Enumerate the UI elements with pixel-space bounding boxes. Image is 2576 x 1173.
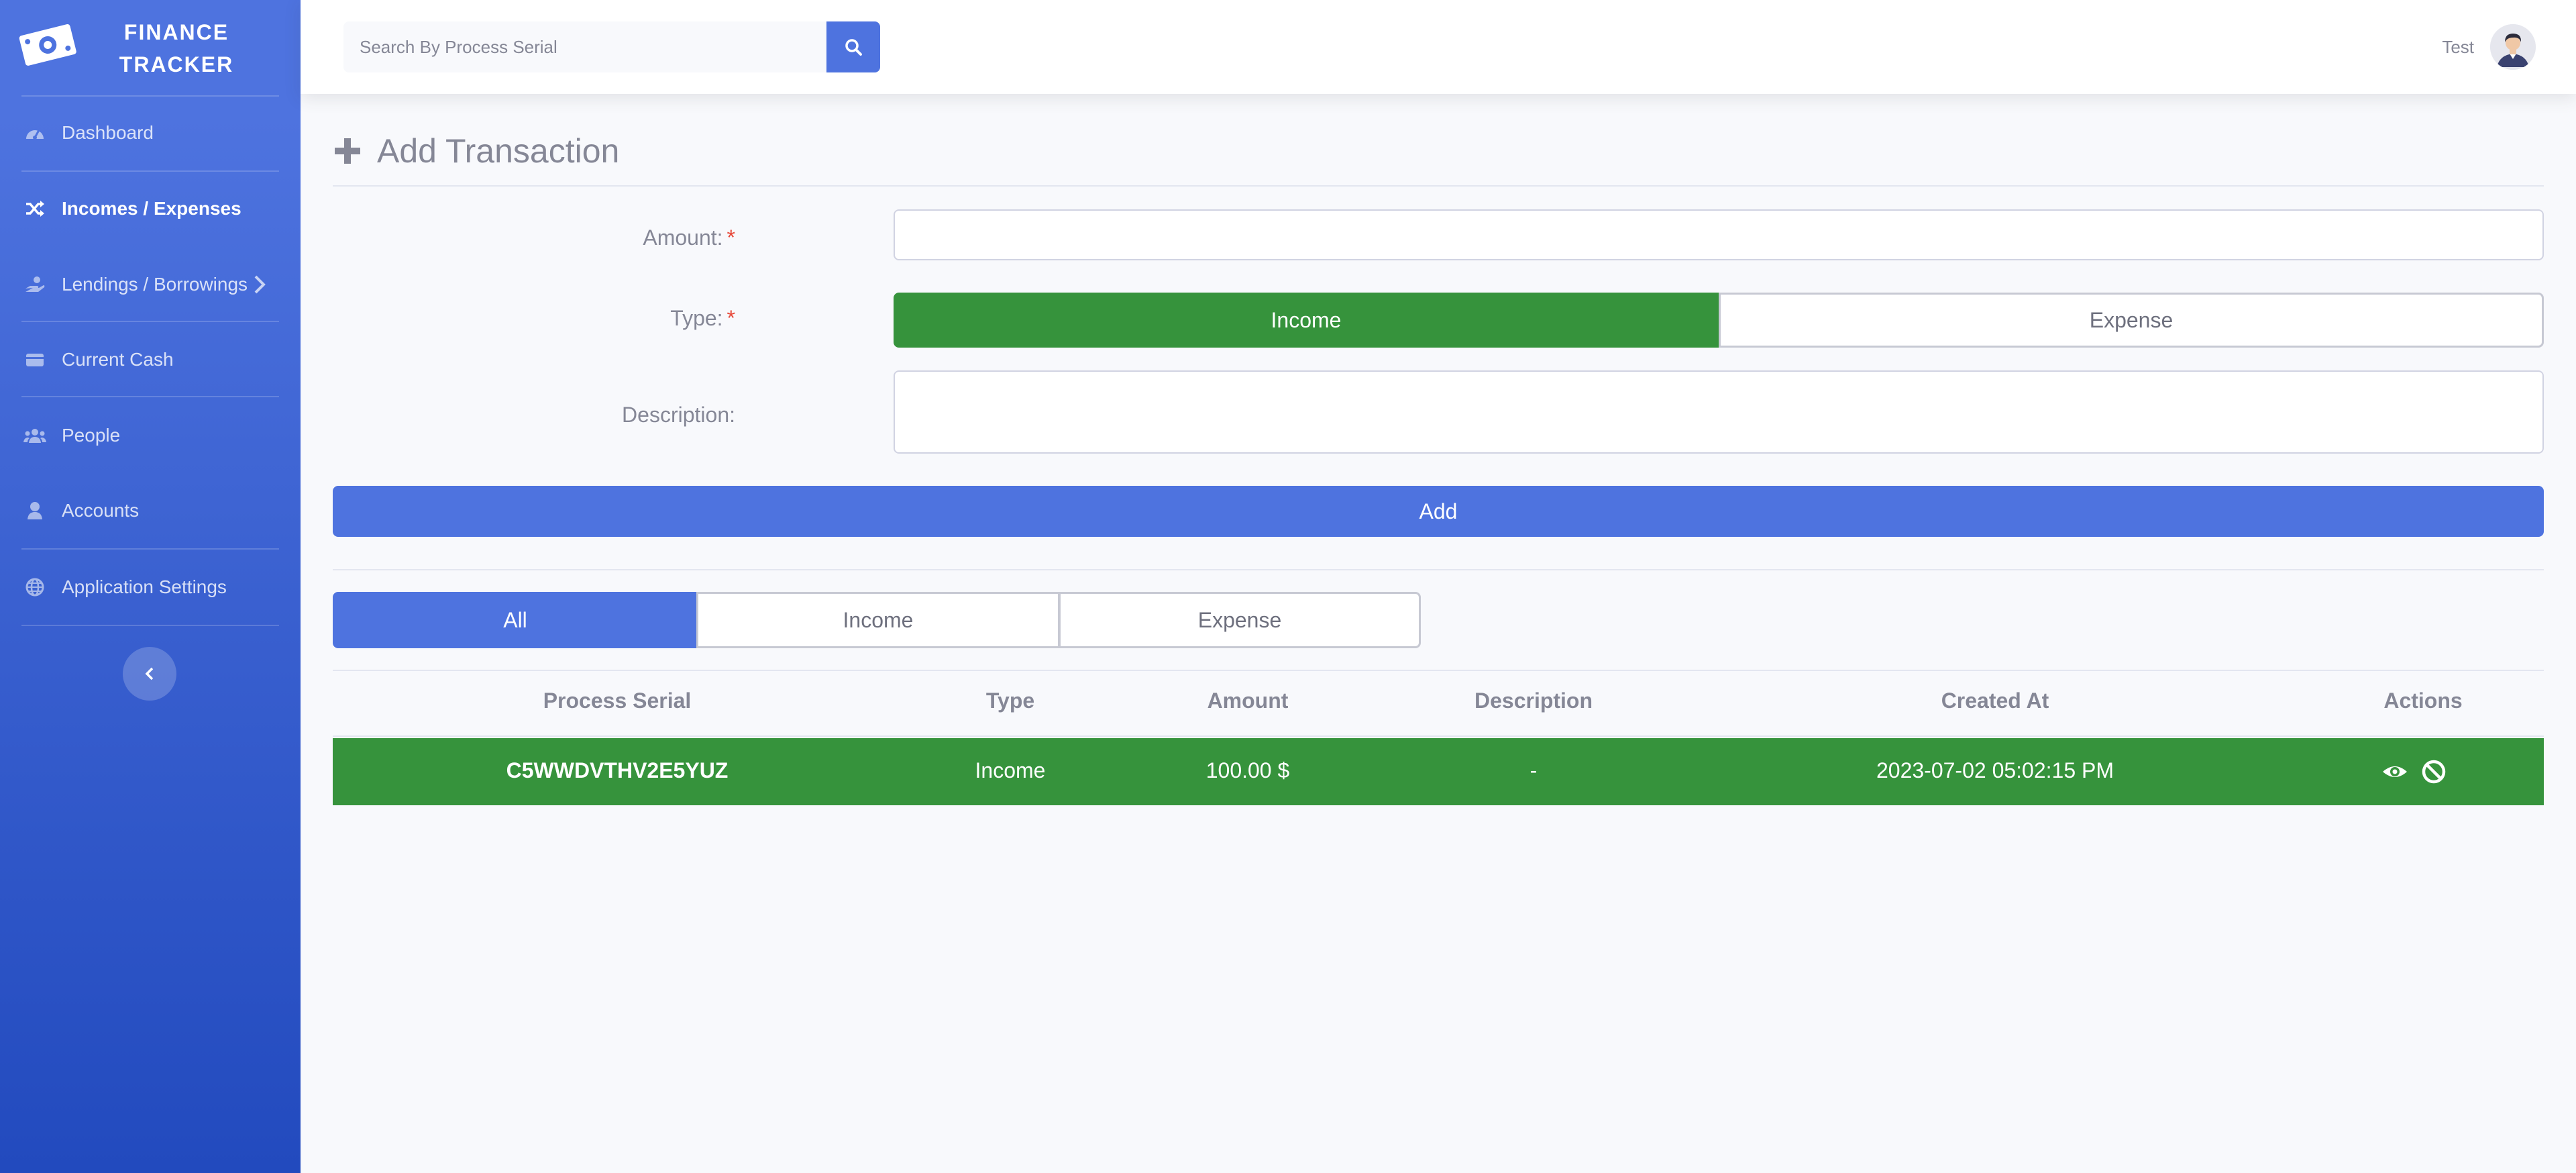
type-label-text: Type: (670, 306, 723, 330)
shuffle-icon (21, 195, 48, 222)
title-divider (333, 185, 2544, 187)
avatar-icon (2490, 24, 2536, 70)
required-mark: * (727, 225, 735, 250)
sidebar-item-accounts[interactable]: Accounts (21, 474, 279, 548)
hand-holding-icon (21, 271, 48, 298)
table-header-row: Process Serial Type Amount Description C… (333, 688, 2544, 715)
wallet-icon (21, 346, 48, 373)
user-menu[interactable]: Test (2442, 24, 2536, 70)
sidebar-item-application-settings[interactable]: Application Settings (21, 550, 279, 624)
sidebar-divider (21, 321, 279, 322)
users-icon (21, 422, 48, 449)
cell-amount: 100.00 $ (1205, 758, 1290, 782)
sidebar-item-label: Current Cash (62, 349, 174, 370)
chevron-left-icon (145, 667, 154, 680)
cell-description: - (1529, 758, 1538, 782)
column-header-process-serial[interactable]: Process Serial (543, 688, 692, 713)
gauge-icon (21, 119, 48, 146)
description-field[interactable] (894, 370, 2544, 454)
user-name: Test (2442, 36, 2474, 57)
brand-name: FINANCE TRACKER (101, 16, 252, 81)
search-button[interactable] (826, 21, 880, 72)
globe-icon (21, 574, 48, 601)
amount-label: Amount: * (333, 225, 735, 250)
cell-type: Income (975, 758, 1046, 782)
table-header-border (333, 735, 2544, 737)
sidebar-item-incomes-expenses[interactable]: Incomes / Expenses (21, 172, 279, 246)
cell-process-serial: C5WWDVTHV2E5YUZ (506, 758, 729, 782)
user-icon (21, 497, 48, 524)
sidebar-item-current-cash[interactable]: Current Cash (21, 323, 279, 397)
sidebar-item-label: People (62, 425, 121, 446)
page-title-text: Add Transaction (377, 132, 620, 170)
column-header-description[interactable]: Description (1474, 688, 1593, 713)
eye-icon[interactable] (2381, 758, 2408, 785)
brand-line-1: FINANCE (123, 20, 229, 44)
topbar: Test (301, 0, 2576, 94)
filter-income[interactable]: Income (696, 592, 1060, 648)
type-option-income[interactable]: Income (894, 293, 1719, 348)
amount-label-text: Amount: (643, 225, 723, 250)
ban-icon[interactable] (2420, 758, 2447, 785)
filter-all[interactable]: All (333, 592, 698, 648)
search-input[interactable] (343, 21, 826, 72)
section-divider (333, 569, 2544, 570)
column-header-type[interactable]: Type (986, 688, 1034, 713)
type-label: Type: * (333, 306, 735, 331)
search-bar (343, 21, 880, 72)
page-title: Add Transaction (333, 128, 619, 174)
sidebar-divider (21, 625, 279, 626)
amount-field[interactable] (894, 209, 2544, 260)
sidebar-item-label: Application Settings (62, 576, 227, 597)
table-row[interactable]: C5WWDVTHV2E5YUZ Income 100.00 $ - 2023-0… (333, 738, 2544, 805)
avatar[interactable] (2490, 24, 2536, 70)
cell-created-at: 2023-07-02 05:02:15 PM (1876, 758, 2114, 782)
sidebar-divider (21, 396, 279, 397)
sidebar-item-label: Incomes / Expenses (62, 198, 241, 219)
column-header-amount[interactable]: Amount (1208, 688, 1289, 713)
table-top-border (333, 670, 2544, 671)
sidebar: FINANCE TRACKER Dashboard Incomes / Expe… (0, 0, 301, 1173)
filter-expense[interactable]: Expense (1059, 592, 1421, 648)
column-header-actions: Actions (2383, 688, 2463, 713)
sidebar-divider (21, 548, 279, 550)
type-option-expense[interactable]: Expense (1719, 293, 2544, 348)
plus-icon (335, 138, 360, 164)
chevron-right-icon (254, 275, 266, 294)
sidebar-item-lendings-borrowings[interactable]: Lendings / Borrowings (21, 248, 279, 321)
sidebar-item-dashboard[interactable]: Dashboard (21, 96, 279, 170)
brand[interactable]: FINANCE TRACKER (0, 0, 301, 94)
search-icon (845, 39, 862, 56)
required-mark: * (727, 306, 735, 330)
sidebar-item-label: Accounts (62, 500, 140, 521)
sidebar-toggle-button[interactable] (123, 647, 176, 701)
money-bill-icon (19, 24, 76, 66)
sidebar-item-label: Dashboard (62, 122, 154, 143)
brand-line-2: TRACKER (119, 52, 234, 76)
sidebar-item-label: Lendings / Borrowings (62, 274, 248, 295)
column-header-created-at[interactable]: Created At (1941, 688, 2049, 713)
add-button[interactable]: Add (333, 486, 2544, 537)
description-label: Description: (622, 403, 735, 427)
sidebar-item-people[interactable]: People (21, 399, 279, 472)
